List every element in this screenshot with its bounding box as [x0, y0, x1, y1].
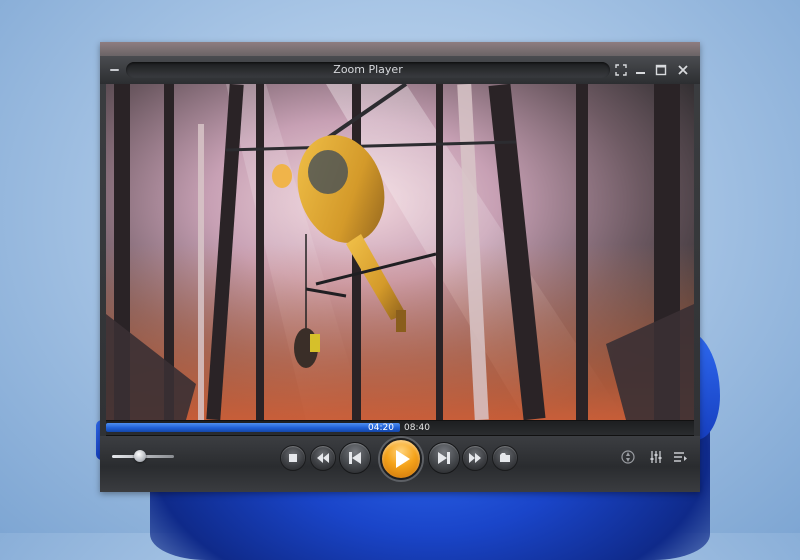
- current-time: 04:20: [368, 423, 394, 433]
- title-bar[interactable]: Zoom Player: [100, 56, 700, 84]
- fast-forward-icon: [469, 453, 481, 463]
- open-file-button[interactable]: [492, 445, 518, 471]
- window-title: Zoom Player: [333, 63, 403, 76]
- total-time: 08:40: [404, 423, 430, 433]
- next-icon: [438, 452, 450, 464]
- seek-progress: [106, 423, 400, 432]
- open-file-icon: [500, 453, 510, 462]
- video-frame[interactable]: [106, 84, 694, 456]
- volume-knob[interactable]: [134, 450, 146, 462]
- close-button[interactable]: [674, 61, 692, 79]
- stop-icon: [289, 454, 297, 462]
- equalizer-icon[interactable]: [648, 449, 664, 465]
- play-button[interactable]: [380, 438, 422, 480]
- seek-bar[interactable]: 04:20 08:40: [106, 420, 694, 436]
- control-panel: [100, 436, 700, 492]
- next-button[interactable]: [428, 442, 460, 474]
- video-scene: [106, 84, 694, 421]
- media-player-window: Zoom Player 04:20 08:40: [100, 42, 700, 492]
- previous-icon: [349, 452, 361, 464]
- maximize-button[interactable]: [652, 61, 670, 79]
- playlist-icon[interactable]: [672, 449, 688, 465]
- fast-forward-button[interactable]: [462, 445, 488, 471]
- window-top-strip: [100, 42, 700, 56]
- rewind-button[interactable]: [310, 445, 336, 471]
- fullscreen-icon[interactable]: [612, 61, 630, 79]
- playlist-navigator-icon[interactable]: [620, 449, 636, 465]
- previous-button[interactable]: [339, 442, 371, 474]
- play-icon: [396, 450, 410, 468]
- minimize-button[interactable]: [632, 61, 650, 79]
- rewind-icon: [317, 453, 329, 463]
- stop-button[interactable]: [280, 445, 306, 471]
- menu-icon[interactable]: [110, 69, 119, 71]
